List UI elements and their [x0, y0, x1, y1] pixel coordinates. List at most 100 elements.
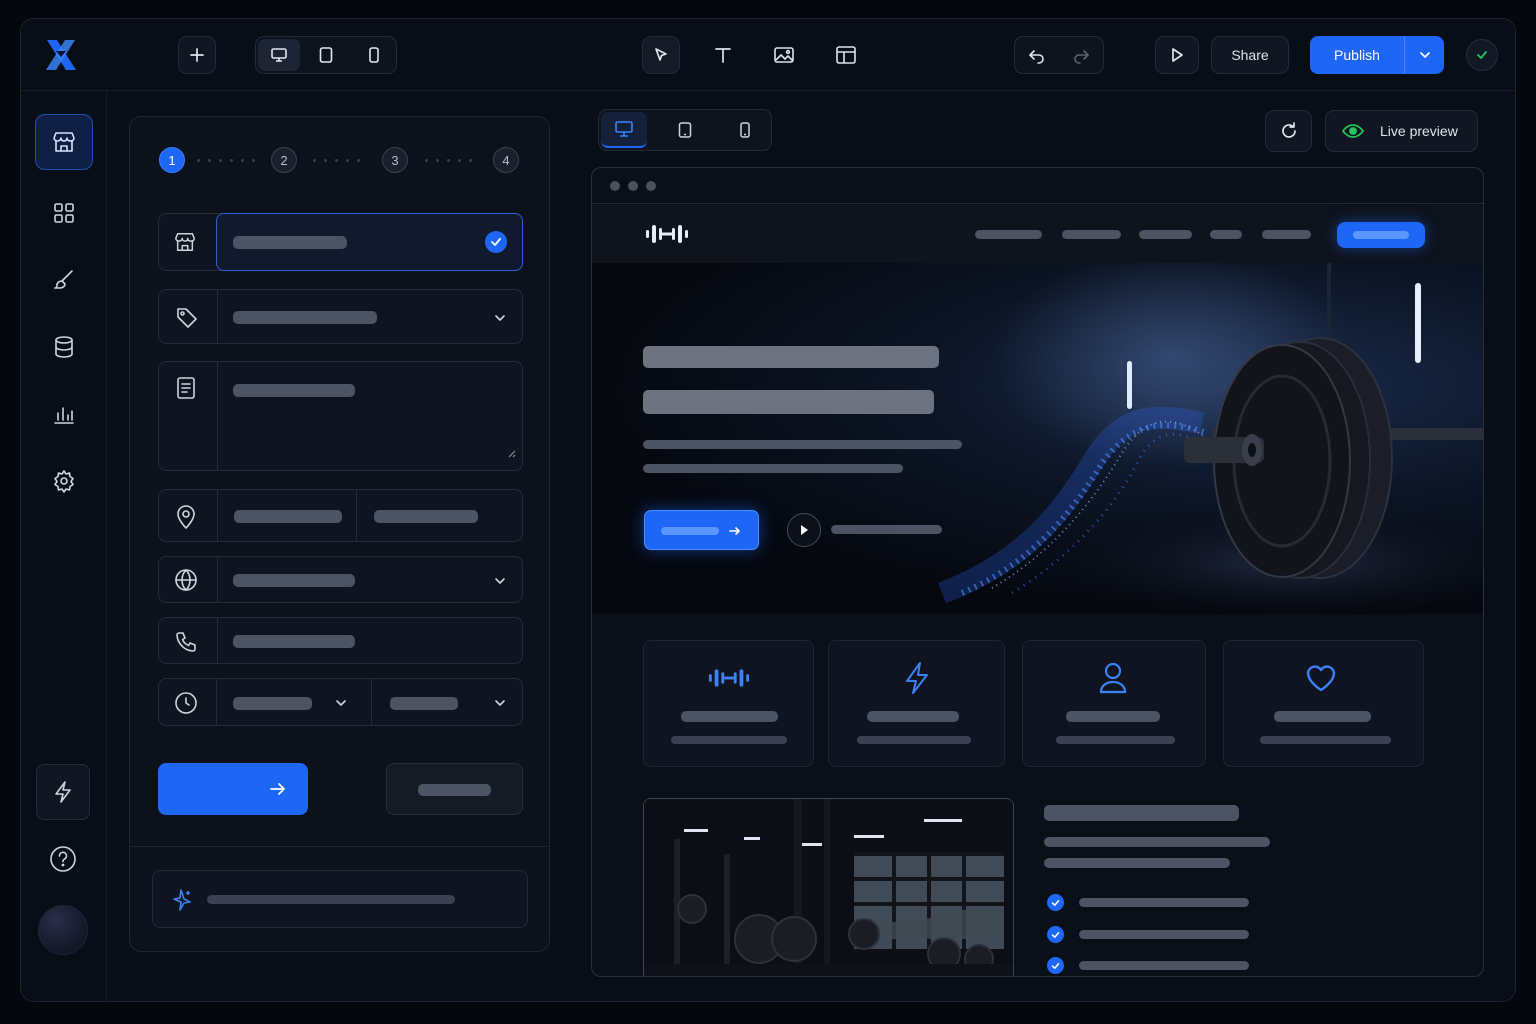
phone-icon [174, 630, 198, 659]
saved-status [1466, 39, 1498, 71]
nav-link[interactable] [975, 230, 1042, 239]
rail-item-design[interactable] [52, 268, 76, 292]
publish-label: Publish [1334, 47, 1380, 63]
chevron-down-icon [495, 700, 505, 706]
arrow-right-icon [270, 783, 285, 795]
avatar[interactable] [38, 905, 88, 955]
valid-check-icon [485, 231, 507, 253]
check-icon [1477, 51, 1487, 59]
preview-device-switcher [598, 109, 772, 151]
section-heading [1044, 805, 1239, 821]
wizard-step-4[interactable]: 4 [493, 147, 519, 173]
refresh-icon [1281, 122, 1296, 138]
website-select[interactable] [158, 556, 523, 603]
rail-item-settings[interactable] [52, 469, 76, 493]
preview-desktop-button[interactable] [601, 112, 647, 148]
share-button[interactable]: Share [1211, 36, 1289, 74]
store-icon [173, 231, 197, 258]
device-tablet-button[interactable] [310, 39, 342, 71]
site-preview-frame [591, 167, 1484, 977]
lightning-icon [906, 662, 928, 694]
city-input[interactable] [218, 490, 357, 543]
nav-link[interactable] [1210, 230, 1242, 239]
resize-handle-icon[interactable] [506, 448, 516, 458]
dumbbell-icon [708, 669, 750, 687]
feature-card-energy[interactable] [828, 640, 1005, 767]
preview-mobile-button[interactable] [729, 114, 761, 146]
rail-item-analytics[interactable] [52, 402, 76, 426]
nav-cta-button[interactable] [1337, 222, 1425, 248]
feature-card-coaching[interactable] [1022, 640, 1206, 767]
browser-chrome [592, 168, 1483, 204]
tablet-icon [678, 122, 692, 138]
phone-input[interactable] [158, 617, 523, 664]
feature-card-wellness[interactable] [1223, 640, 1424, 767]
location-fields [158, 489, 523, 542]
preview-tablet-button[interactable] [669, 114, 701, 146]
live-preview-toggle[interactable]: Live preview [1325, 110, 1478, 152]
undo-button[interactable] [1021, 40, 1053, 72]
hero-play-video-button[interactable] [787, 513, 821, 547]
redo-icon [1074, 50, 1089, 64]
x-logo-icon[interactable] [43, 37, 79, 73]
rail-item-help[interactable] [49, 845, 77, 873]
layout-icon [836, 46, 856, 64]
checklist-check-icon [1047, 926, 1064, 943]
rail-item-store[interactable] [35, 114, 93, 170]
nav-link[interactable] [1062, 230, 1121, 239]
wizard-step-1[interactable]: 1 [159, 147, 185, 173]
publish-dropdown-toggle[interactable] [1404, 36, 1444, 74]
checklist-check-icon [1047, 894, 1064, 911]
hero-barbell-image [938, 263, 1483, 614]
redo-button[interactable] [1065, 40, 1097, 72]
undo-icon [1029, 50, 1044, 64]
desktop-icon [615, 121, 633, 137]
preview-play-button[interactable] [1155, 36, 1199, 74]
arrow-right-icon [729, 527, 740, 535]
category-select[interactable] [158, 289, 523, 344]
publish-button[interactable]: Publish [1310, 36, 1444, 74]
closing-time-select[interactable] [372, 679, 524, 727]
device-mobile-button[interactable] [358, 39, 390, 71]
text-tool-button[interactable] [704, 36, 742, 74]
rail-item-data[interactable] [52, 335, 76, 359]
postal-code-input[interactable] [357, 490, 523, 543]
brush-icon [54, 270, 73, 289]
cursor-icon [655, 48, 667, 61]
wizard-step-3[interactable]: 3 [382, 147, 408, 173]
wizard-step-2[interactable]: 2 [271, 147, 297, 173]
business-name-input[interactable] [216, 213, 523, 271]
image-tool-button[interactable] [765, 36, 803, 74]
form-panel: 1 2 3 4 [129, 116, 550, 952]
layout-tool-button[interactable] [827, 36, 865, 74]
nav-link[interactable] [1262, 230, 1311, 239]
refresh-preview-button[interactable] [1265, 110, 1312, 152]
secondary-button[interactable] [386, 763, 523, 815]
add-button[interactable] [178, 36, 216, 74]
chart-icon [54, 407, 74, 424]
ai-assist-input[interactable] [152, 870, 528, 928]
chevron-down-icon [495, 315, 505, 321]
checklist-item [1079, 961, 1249, 970]
heart-icon [1306, 665, 1336, 692]
checklist-check-icon [1047, 957, 1064, 974]
share-label: Share [1231, 47, 1269, 63]
next-step-button[interactable] [158, 763, 308, 815]
desktop-icon [271, 48, 287, 62]
hero-headline-line-2 [643, 390, 934, 414]
rail-item-components[interactable] [52, 201, 76, 225]
chevron-down-icon [495, 578, 505, 584]
help-icon [50, 846, 76, 872]
play-icon [801, 525, 808, 535]
feature-card-strength[interactable] [643, 640, 814, 767]
nav-link[interactable] [1139, 230, 1192, 239]
hero-cta-button[interactable] [644, 510, 759, 550]
site-navbar [592, 205, 1483, 263]
device-desktop-button[interactable] [258, 39, 300, 71]
description-textarea[interactable] [158, 361, 523, 471]
rail-item-automations[interactable] [36, 764, 90, 820]
opening-time-select[interactable] [217, 679, 372, 727]
select-tool-button[interactable] [642, 36, 680, 74]
gym-interior-image [643, 798, 1014, 976]
dumbbell-logo-icon[interactable] [644, 221, 690, 247]
